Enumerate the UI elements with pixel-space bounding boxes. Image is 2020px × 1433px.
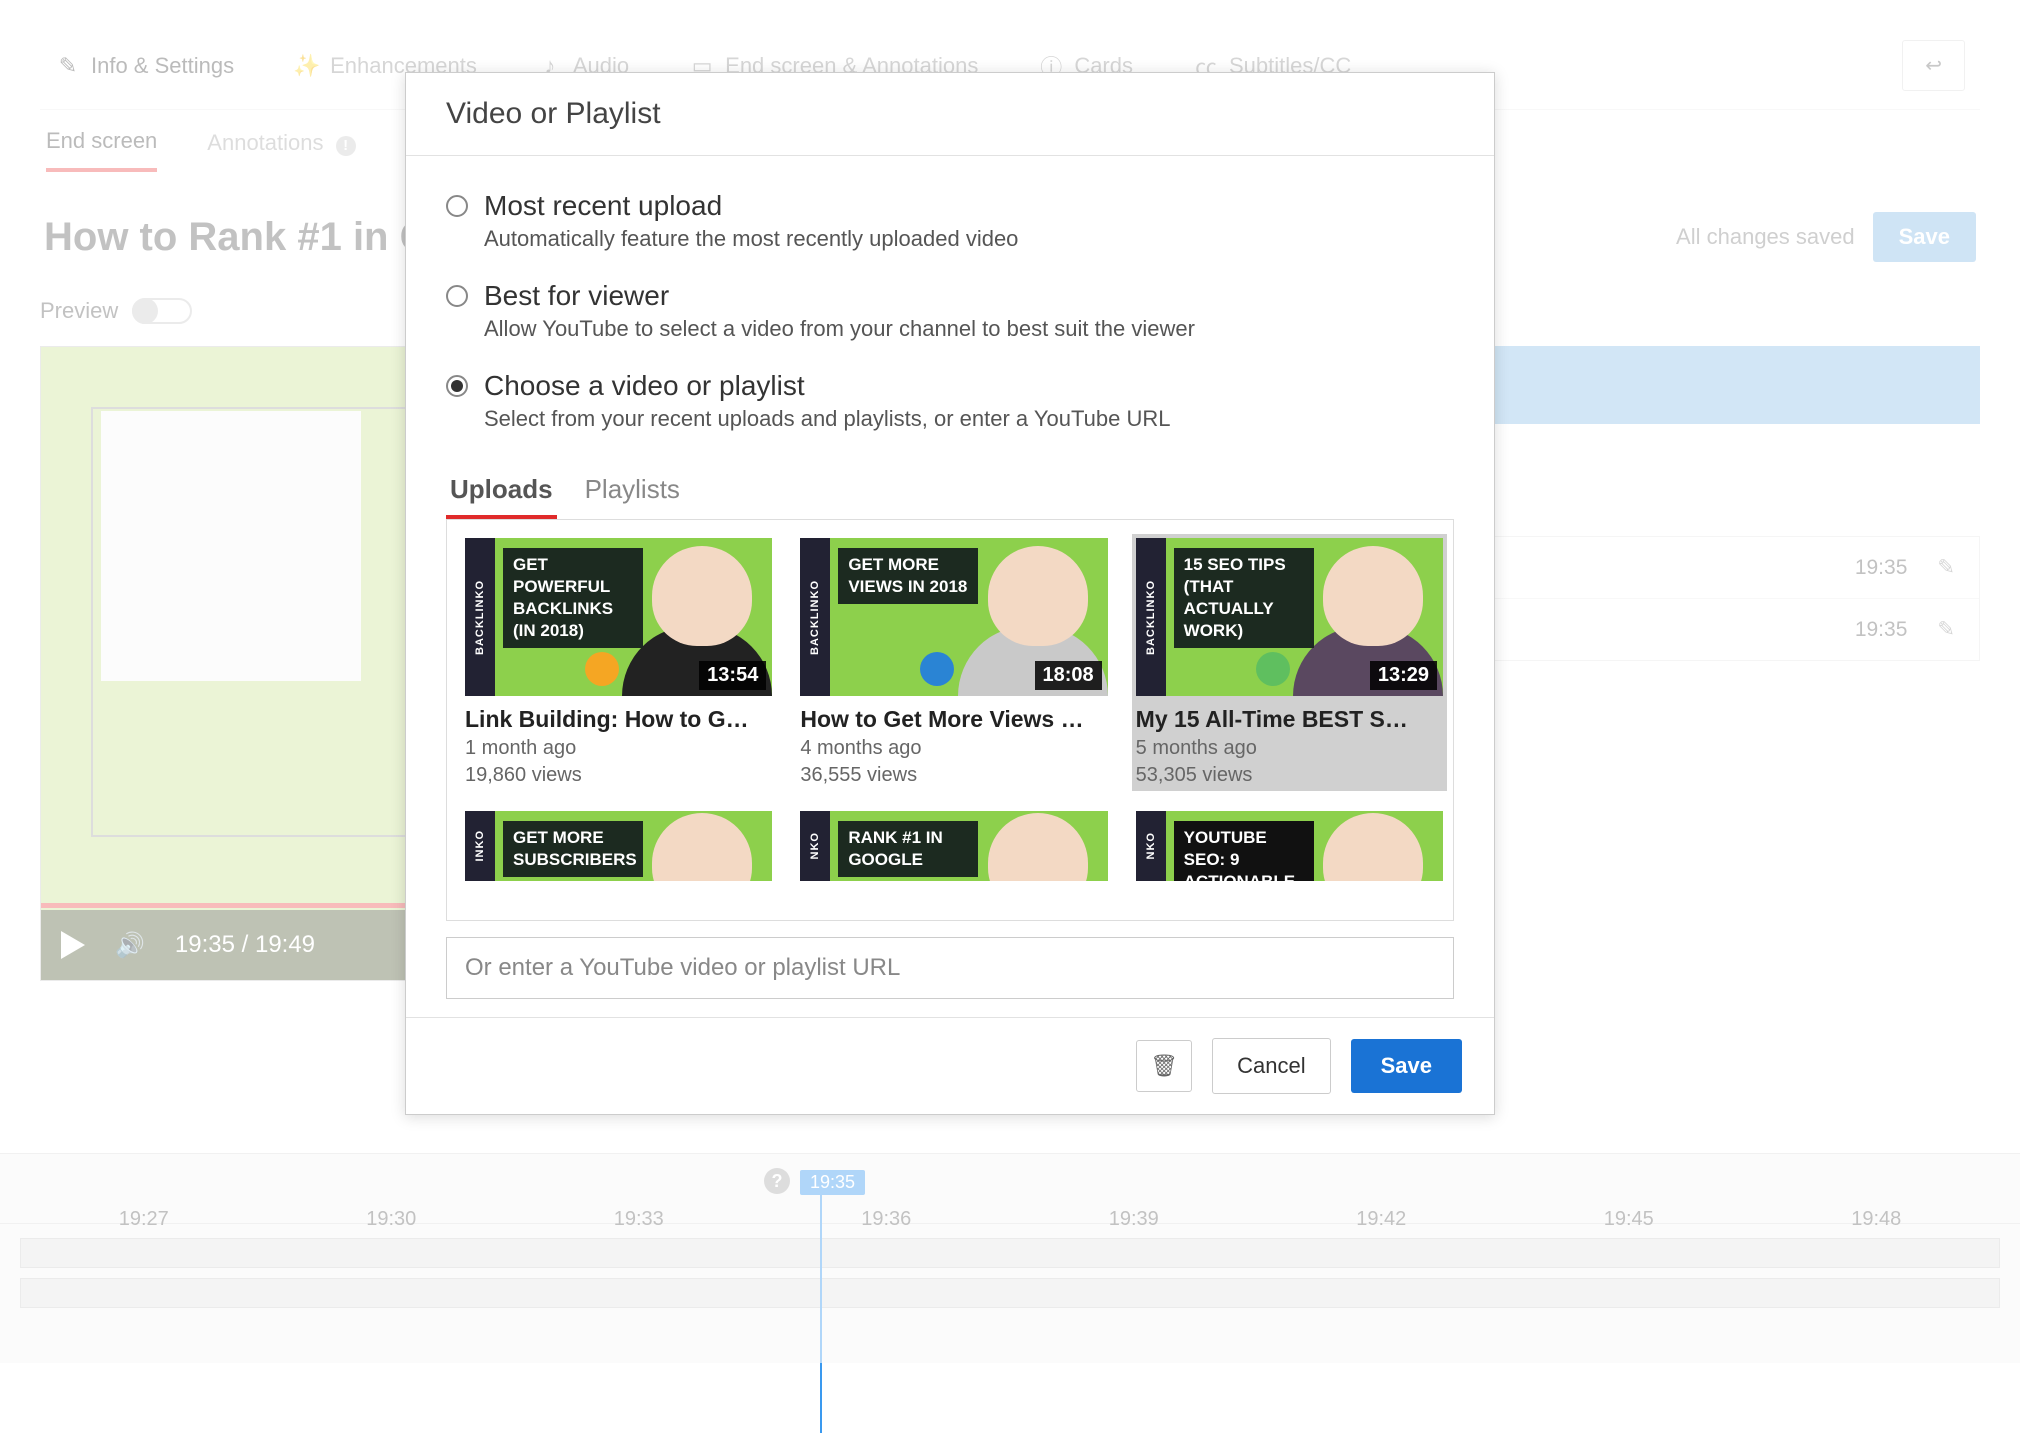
video-or-playlist-modal: Video or Playlist Most recent upload Aut… bbox=[405, 72, 1495, 1115]
video-grid-scroll[interactable]: BACKLINKO GET POWERFUL BACKLINKS (IN 201… bbox=[446, 519, 1454, 921]
thumb-figure-head bbox=[1323, 546, 1423, 646]
video-title: How to Get More Views … bbox=[800, 706, 1107, 733]
radio-icon[interactable] bbox=[446, 375, 468, 397]
video-views: 36,555 views bbox=[800, 764, 1107, 787]
radio-most-recent-desc: Automatically feature the most recently … bbox=[484, 226, 1018, 252]
thumb-text-overlay: GET POWERFUL BACKLINKS (IN 2018) bbox=[503, 548, 643, 648]
radio-choose-video-title: Choose a video or playlist bbox=[484, 370, 1170, 402]
video-card-selected[interactable]: BACKLINKO 15 SEO TIPS (THAT ACTUALLY WOR… bbox=[1132, 534, 1447, 791]
modal-body: Most recent upload Automatically feature… bbox=[406, 156, 1494, 1017]
video-age: 4 months ago bbox=[800, 737, 1107, 760]
thumb-brand-strip: BACKLINKO bbox=[465, 538, 495, 696]
radio-choose-video-desc: Select from your recent uploads and play… bbox=[484, 406, 1170, 432]
radio-best-for-viewer-title: Best for viewer bbox=[484, 280, 1195, 312]
video-card[interactable]: NKO RANK #1 IN GOOGLE bbox=[796, 807, 1111, 885]
thumb-text-overlay: GET MORE SUBSCRIBERS bbox=[503, 821, 643, 877]
thumb-brand-strip: BACKLINKO bbox=[800, 538, 830, 696]
thumb-figure-head bbox=[652, 546, 752, 646]
thumb-figure-head bbox=[652, 813, 752, 881]
video-title: My 15 All-Time BEST S… bbox=[1136, 706, 1443, 733]
thumb-figure-head bbox=[988, 546, 1088, 646]
thumb-brand-strip: INKO bbox=[465, 811, 495, 881]
modal-footer: 🗑 Cancel Save bbox=[406, 1017, 1494, 1114]
radio-icon[interactable] bbox=[446, 195, 468, 217]
thumb-brand-strip: NKO bbox=[800, 811, 830, 881]
video-duration: 13:54 bbox=[699, 661, 766, 690]
video-thumbnail: BACKLINKO GET MORE VIEWS IN 2018 18:08 bbox=[800, 538, 1107, 696]
trash-icon: 🗑 bbox=[1150, 1053, 1178, 1079]
video-views: 53,305 views bbox=[1136, 764, 1443, 787]
radio-most-recent-title: Most recent upload bbox=[484, 190, 1018, 222]
video-views: 19,860 views bbox=[465, 764, 772, 787]
video-duration: 18:08 bbox=[1035, 661, 1102, 690]
radio-best-for-viewer-desc: Allow YouTube to select a video from you… bbox=[484, 316, 1195, 342]
tab-playlists[interactable]: Playlists bbox=[581, 466, 684, 519]
video-thumbnail: INKO GET MORE SUBSCRIBERS bbox=[465, 811, 772, 881]
thumb-text-overlay: RANK #1 IN GOOGLE bbox=[838, 821, 978, 877]
modal-title: Video or Playlist bbox=[406, 73, 1494, 156]
video-thumbnail: NKO YOUTUBE SEO: 9 ACTIONABLE bbox=[1136, 811, 1443, 881]
video-age: 5 months ago bbox=[1136, 737, 1443, 760]
video-thumbnail: BACKLINKO GET POWERFUL BACKLINKS (IN 201… bbox=[465, 538, 772, 696]
thumb-text-overlay: GET MORE VIEWS IN 2018 bbox=[838, 548, 978, 604]
thumb-figure-head bbox=[1323, 813, 1423, 881]
video-title: Link Building: How to G… bbox=[465, 706, 772, 733]
video-card[interactable]: NKO YOUTUBE SEO: 9 ACTIONABLE bbox=[1132, 807, 1447, 885]
video-thumbnail: NKO RANK #1 IN GOOGLE bbox=[800, 811, 1107, 881]
thumb-brand-strip: BACKLINKO bbox=[1136, 538, 1166, 696]
thumb-text-overlay: YOUTUBE SEO: 9 ACTIONABLE bbox=[1174, 821, 1314, 881]
content-type-tabs: Uploads Playlists bbox=[446, 466, 1454, 519]
thumb-decal-icon bbox=[585, 652, 619, 686]
video-grid: BACKLINKO GET POWERFUL BACKLINKS (IN 201… bbox=[461, 534, 1447, 885]
thumb-brand-strip: NKO bbox=[1136, 811, 1166, 881]
video-card[interactable]: BACKLINKO GET POWERFUL BACKLINKS (IN 201… bbox=[461, 534, 776, 791]
thumb-decal-icon bbox=[920, 652, 954, 686]
radio-choose-video[interactable]: Choose a video or playlist Select from y… bbox=[446, 362, 1454, 452]
youtube-url-input[interactable] bbox=[446, 937, 1454, 999]
thumb-text-overlay: 15 SEO TIPS (THAT ACTUALLY WORK) bbox=[1174, 548, 1314, 648]
video-duration: 13:29 bbox=[1370, 661, 1437, 690]
radio-icon[interactable] bbox=[446, 285, 468, 307]
video-card[interactable]: INKO GET MORE SUBSCRIBERS bbox=[461, 807, 776, 885]
video-card[interactable]: BACKLINKO GET MORE VIEWS IN 2018 18:08 H… bbox=[796, 534, 1111, 791]
thumb-decal-icon bbox=[1256, 652, 1290, 686]
tab-uploads[interactable]: Uploads bbox=[446, 466, 557, 519]
thumb-figure-head bbox=[988, 813, 1088, 881]
radio-most-recent[interactable]: Most recent upload Automatically feature… bbox=[446, 182, 1454, 272]
delete-button[interactable]: 🗑 bbox=[1136, 1040, 1192, 1092]
video-thumbnail: BACKLINKO 15 SEO TIPS (THAT ACTUALLY WOR… bbox=[1136, 538, 1443, 696]
radio-best-for-viewer[interactable]: Best for viewer Allow YouTube to select … bbox=[446, 272, 1454, 362]
video-age: 1 month ago bbox=[465, 737, 772, 760]
cancel-button[interactable]: Cancel bbox=[1212, 1038, 1330, 1094]
save-button[interactable]: Save bbox=[1351, 1039, 1462, 1093]
